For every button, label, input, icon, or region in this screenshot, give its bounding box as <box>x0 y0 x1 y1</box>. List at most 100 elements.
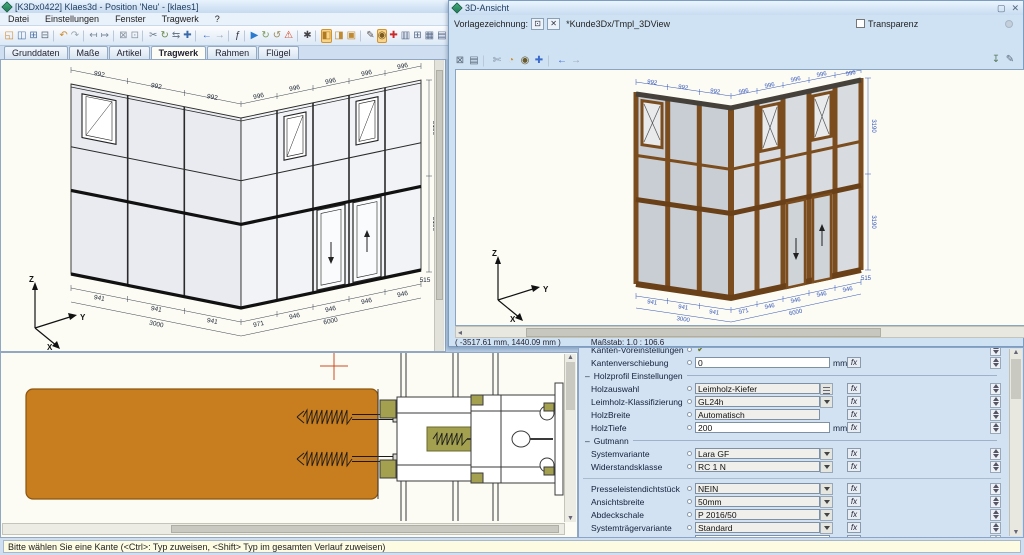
edit-button[interactable]: ✎ <box>365 29 375 43</box>
dropdown-arrow-icon[interactable] <box>820 396 833 408</box>
stepper[interactable] <box>990 422 1001 434</box>
forward-button[interactable]: → <box>214 29 226 43</box>
template-picker-icon[interactable]: ⊡ <box>531 18 544 30</box>
detail-vertical-scrollbar[interactable]: ▲▼ <box>564 354 576 522</box>
row-option-dot[interactable] <box>687 399 692 404</box>
mirror-button[interactable]: ⇆ <box>171 29 181 43</box>
menu-item[interactable]: Datei <box>0 14 37 24</box>
tab-artikel[interactable]: Artikel <box>109 46 150 59</box>
systemvariante-select[interactable] <box>695 448 820 459</box>
dropdown-arrow-icon[interactable] <box>820 448 833 460</box>
stepper[interactable] <box>990 383 1001 395</box>
snapshot-button[interactable]: ↧ <box>990 53 1003 67</box>
fx-button[interactable]: fx <box>847 461 861 472</box>
row-option-dot[interactable] <box>687 512 692 517</box>
stepper[interactable] <box>990 496 1001 508</box>
holzauswahl-input[interactable] <box>695 383 820 394</box>
tab-grunddaten[interactable]: Grunddaten <box>4 46 68 59</box>
browse-icon[interactable] <box>820 383 833 395</box>
anchor-button[interactable]: ✚ <box>388 29 398 43</box>
view-right-button[interactable]: ▣ <box>346 29 357 43</box>
row-option-dot[interactable] <box>687 464 692 469</box>
view-forward-button[interactable]: → <box>570 54 583 68</box>
menu-item[interactable]: Tragwerk <box>154 14 207 24</box>
close-button[interactable]: ✕ <box>1011 3 1019 14</box>
presseleistendichtstueck-select[interactable] <box>695 483 820 494</box>
shade-button[interactable]: ◉ <box>519 54 532 68</box>
warning-button[interactable]: ⚠ <box>283 29 294 43</box>
row-option-dot[interactable] <box>687 451 692 456</box>
delete-position-button[interactable]: ⊠ <box>118 29 128 43</box>
menu-item[interactable]: ? <box>207 14 228 24</box>
fx-button[interactable]: fx <box>847 396 861 407</box>
fx-button[interactable]: fx <box>847 383 861 394</box>
edit-view-button[interactable]: ✎ <box>1004 53 1017 67</box>
open-button[interactable]: ◱ <box>4 29 15 43</box>
orbit-button[interactable]: ◔ <box>505 54 518 68</box>
template-clear-icon[interactable]: ✕ <box>547 18 560 30</box>
copy-elements-button[interactable]: ⊞ <box>412 29 422 43</box>
back-button[interactable]: ← <box>201 29 213 43</box>
kantenverschiebung-input[interactable] <box>695 357 830 368</box>
stepper[interactable] <box>990 396 1001 408</box>
cut-3d-button[interactable]: ✄ <box>491 54 504 68</box>
save-all-button[interactable]: ⊞ <box>28 29 38 43</box>
transparency-checkbox[interactable] <box>856 19 865 28</box>
holzbreite-input[interactable] <box>695 409 820 420</box>
visibility-button[interactable]: ◉ <box>377 29 388 43</box>
fx-button[interactable]: fx <box>847 522 861 533</box>
dropdown-arrow-icon[interactable] <box>820 522 833 534</box>
rotate-button[interactable]: ↻ <box>159 29 169 43</box>
row-option-dot[interactable] <box>687 425 692 430</box>
run-button[interactable]: ▶ <box>250 29 260 43</box>
dropdown-arrow-icon[interactable] <box>820 496 833 508</box>
dropdown-arrow-icon[interactable] <box>820 509 833 521</box>
tab-fluegel[interactable]: Flügel <box>258 46 299 59</box>
wireframe-viewport[interactable]: 996 996 996 996 996 992 992 992 971 946 … <box>0 59 446 352</box>
save-button[interactable]: ◫ <box>16 29 27 43</box>
dropdown-arrow-icon[interactable] <box>820 483 833 495</box>
stepper[interactable] <box>990 509 1001 521</box>
row-option-dot[interactable] <box>687 386 692 391</box>
tab-masse[interactable]: Maße <box>69 46 108 59</box>
tools-button[interactable]: ✱ <box>302 29 312 43</box>
menu-item[interactable]: Einstellungen <box>37 14 107 24</box>
section-detail-viewport[interactable]: ▲▼ <box>0 352 578 538</box>
stepper[interactable] <box>990 357 1001 369</box>
row-option-dot[interactable] <box>687 525 692 530</box>
widerstandsklasse-select[interactable] <box>695 461 820 472</box>
properties-scrollbar[interactable]: ▲▼ <box>1009 349 1022 536</box>
view-left-button[interactable]: ◧ <box>321 29 332 43</box>
row-option-dot[interactable] <box>687 499 692 504</box>
dropdown-arrow-icon[interactable] <box>820 461 833 473</box>
revert-button[interactable]: ↺ <box>272 29 282 43</box>
menu-item[interactable]: Fenster <box>107 14 154 24</box>
3d-horizontal-scrollbar[interactable]: ◂▸ <box>455 326 1024 338</box>
view-back-button[interactable]: ← <box>556 54 569 68</box>
export-button[interactable]: ↦ <box>100 29 110 43</box>
fx-button[interactable]: fx <box>847 409 861 420</box>
row-option-dot[interactable] <box>687 360 692 365</box>
detail-horizontal-scrollbar[interactable] <box>2 523 565 535</box>
leimholz-klassifizierung-select[interactable] <box>695 396 820 407</box>
fx-button[interactable]: fx <box>847 422 861 433</box>
undo-button[interactable]: ↶ <box>58 29 68 43</box>
tab-tragwerk[interactable]: Tragwerk <box>151 46 207 59</box>
new-sheet-button[interactable]: ⊡ <box>130 29 140 43</box>
stepper[interactable] <box>990 461 1001 473</box>
redo-button[interactable]: ↷ <box>70 29 80 43</box>
refresh-button[interactable]: ↻ <box>260 29 270 43</box>
formula-button[interactable]: ƒ <box>234 29 242 43</box>
stepper[interactable] <box>990 409 1001 421</box>
fx-button[interactable]: fx <box>847 448 861 459</box>
columns-button[interactable]: ▥ <box>400 29 411 43</box>
3d-viewport[interactable]: 996 996 996 996 996 992 992 992 971 946 … <box>455 69 1024 326</box>
row-option-dot[interactable] <box>687 412 692 417</box>
ansichtsbreite-select[interactable] <box>695 496 820 507</box>
pan-button[interactable]: ✚ <box>533 54 546 68</box>
move-button[interactable]: ✚ <box>182 29 192 43</box>
stepper[interactable] <box>990 522 1001 534</box>
import-button[interactable]: ↤ <box>88 29 98 43</box>
table-button[interactable]: ▤ <box>436 29 447 43</box>
fx-button[interactable]: fx <box>847 496 861 507</box>
